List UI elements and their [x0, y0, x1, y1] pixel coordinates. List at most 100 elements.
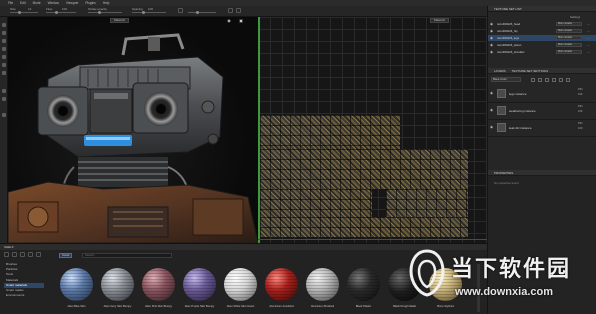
- size-value[interactable]: 12: [28, 7, 31, 11]
- texture-set-row-selected[interactable]: ◉ retroRAW26_legs Main shader ⋯: [488, 35, 596, 41]
- material-thumbnail[interactable]: Alien Grey Skin Bumpy: [101, 268, 134, 313]
- alignment-button[interactable]: [178, 8, 183, 13]
- texture-set-row[interactable]: ◉ retroRAW26_piston Main shader ⋯: [488, 42, 596, 48]
- grid-view-icon[interactable]: [28, 252, 33, 257]
- display-settings-icon[interactable]: ▣: [238, 18, 244, 23]
- flow-label: Flow: [46, 7, 53, 11]
- size-slider[interactable]: [10, 11, 38, 14]
- more-options-icon[interactable]: ⋯: [587, 28, 590, 34]
- shader-dropdown[interactable]: Main shader: [556, 29, 582, 33]
- material-preview-ball: [347, 268, 380, 301]
- delete-layer-icon[interactable]: [566, 77, 570, 82]
- export-icon[interactable]: [2, 113, 6, 117]
- tab-texture-set-settings[interactable]: TEXTURE SET SETTINGS: [512, 68, 548, 74]
- material-thumbnail[interactable]: Alien Blue Skin: [60, 268, 93, 313]
- shader-dropdown[interactable]: Main shader: [556, 43, 582, 47]
- folder-icon[interactable]: [4, 252, 9, 257]
- spacing-value[interactable]: 100: [148, 7, 153, 11]
- layer-row[interactable]: ◉ legs instance Pthr 100: [488, 86, 596, 103]
- 3d-viewport[interactable]: Material ◉ ▣: [8, 17, 258, 243]
- shelf-category-environments[interactable]: Environments: [4, 293, 44, 298]
- layer-name: weathering instance: [509, 109, 536, 113]
- material-thumbnail[interactable]: Alien Pink Skin Bumpy: [142, 268, 175, 313]
- material-thumbnail[interactable]: Alien White Skin Insect: [224, 268, 257, 313]
- visibility-eye-icon[interactable]: ◉: [490, 108, 493, 112]
- material-label: Aluminium Brushed: [310, 305, 335, 308]
- visibility-eye-icon[interactable]: ◉: [490, 125, 493, 129]
- more-options-icon[interactable]: ⋯: [587, 49, 590, 55]
- layer-opacity[interactable]: 100: [578, 110, 582, 114]
- add-mask-icon[interactable]: [545, 77, 549, 82]
- layer-thumbnail: [497, 106, 506, 115]
- layer-blend-mode[interactable]: Pthr: [578, 105, 583, 109]
- bake-icon[interactable]: [2, 97, 6, 101]
- import-icon[interactable]: [12, 252, 17, 257]
- add-layer-icon[interactable]: [538, 77, 542, 82]
- spacing-slider[interactable]: [132, 11, 166, 14]
- uv-island-group-middle: [260, 149, 468, 189]
- material-thumbnail[interactable]: Aluminium Brushed: [306, 268, 339, 313]
- layer-opacity[interactable]: 100: [578, 127, 582, 131]
- visibility-eye-icon[interactable]: ◉: [490, 36, 494, 40]
- flow-slider[interactable]: [46, 11, 76, 14]
- smudge-tool-icon[interactable]: [2, 55, 6, 59]
- layer-row[interactable]: ◉ weathering instance Pthr 100: [488, 103, 596, 120]
- flow-value[interactable]: 100: [62, 7, 67, 11]
- layer-row[interactable]: ◉ leak dirt instance Pthr 100: [488, 120, 596, 137]
- 2d-uv-viewport[interactable]: Material: [258, 17, 487, 243]
- visibility-eye-icon[interactable]: ◉: [490, 29, 494, 33]
- layer-opacity[interactable]: 100: [578, 93, 582, 97]
- add-effect-icon[interactable]: [552, 77, 556, 82]
- material-picker-icon[interactable]: [2, 71, 6, 75]
- polygon-fill-icon[interactable]: [2, 89, 6, 93]
- eraser-tool-icon[interactable]: [2, 31, 6, 35]
- tab-layers[interactable]: LAYERS: [494, 68, 506, 74]
- material-thumbnail[interactable]: Alien Purple Skin Bumpy: [183, 268, 216, 313]
- blend-channel-dropdown[interactable]: Base Color: [491, 77, 521, 82]
- add-folder-icon[interactable]: [559, 77, 563, 82]
- tool-sidebar: [0, 17, 8, 243]
- material-label: Black Plastic: [355, 305, 372, 308]
- material-thumbnail[interactable]: Black Plastic: [347, 268, 380, 313]
- uv-island-group-lower-right: [386, 189, 468, 217]
- lazy-mouse-button[interactable]: [236, 8, 241, 13]
- texture-set-row[interactable]: ◉ retroRAW26_shoulder Main shader ⋯: [488, 49, 596, 55]
- visibility-eye-icon[interactable]: ◉: [490, 50, 494, 54]
- more-options-icon[interactable]: ⋯: [587, 21, 590, 27]
- shader-dropdown[interactable]: Main shader: [556, 22, 582, 26]
- more-options-icon[interactable]: ⋯: [587, 35, 590, 41]
- layer-blend-mode[interactable]: Pthr: [578, 122, 583, 126]
- clone-tool-icon[interactable]: [2, 63, 6, 67]
- visibility-eye-icon[interactable]: ◉: [490, 91, 493, 95]
- texture-set-name: retroRAW26_shoulder: [497, 50, 525, 54]
- texture-set-row[interactable]: ◉ retroRAW26_head Main shader ⋯: [488, 21, 596, 27]
- smart-filter-chip[interactable]: Smart: [59, 253, 73, 258]
- material-thumbnail[interactable]: Aluminium Anodized: [265, 268, 298, 313]
- texture-set-settings-link[interactable]: Settings: [570, 15, 580, 19]
- angle-slider[interactable]: [188, 11, 216, 14]
- list-view-icon[interactable]: [36, 252, 41, 257]
- texture-set-row[interactable]: ◉ retroRAW26_hip Main shader ⋯: [488, 28, 596, 34]
- stroke-opacity-slider[interactable]: [88, 11, 122, 14]
- more-options-icon[interactable]: ⋯: [587, 42, 590, 48]
- shader-dropdown[interactable]: Main shader: [556, 50, 582, 54]
- visibility-eye-icon[interactable]: ◉: [490, 43, 494, 47]
- material-label: Aluminium Anodized: [269, 305, 294, 308]
- texture-set-list-header: TEXTURE SET LIST: [488, 6, 596, 12]
- material-preview-ball: [183, 268, 216, 301]
- geometry-fill-icon[interactable]: [2, 47, 6, 51]
- symmetry-button[interactable]: [228, 8, 233, 13]
- camera-icon[interactable]: ◉: [226, 18, 232, 23]
- layer-name: legs instance: [509, 92, 527, 96]
- viewport-2d-mode-dropdown[interactable]: Material: [430, 18, 449, 23]
- paint-tool-icon[interactable]: [2, 23, 6, 27]
- projection-tool-icon[interactable]: [2, 39, 6, 43]
- shader-dropdown[interactable]: Main shader: [556, 36, 582, 40]
- add-fill-layer-icon[interactable]: [531, 77, 535, 82]
- viewport-3d-mode-dropdown[interactable]: Material: [110, 18, 129, 23]
- material-label: Alien White Skin Insect: [226, 305, 255, 308]
- shelf-search-input[interactable]: Search...: [82, 253, 172, 258]
- layer-blend-mode[interactable]: Pthr: [578, 88, 583, 92]
- filter-icon[interactable]: [20, 252, 25, 257]
- visibility-eye-icon[interactable]: ◉: [490, 22, 494, 26]
